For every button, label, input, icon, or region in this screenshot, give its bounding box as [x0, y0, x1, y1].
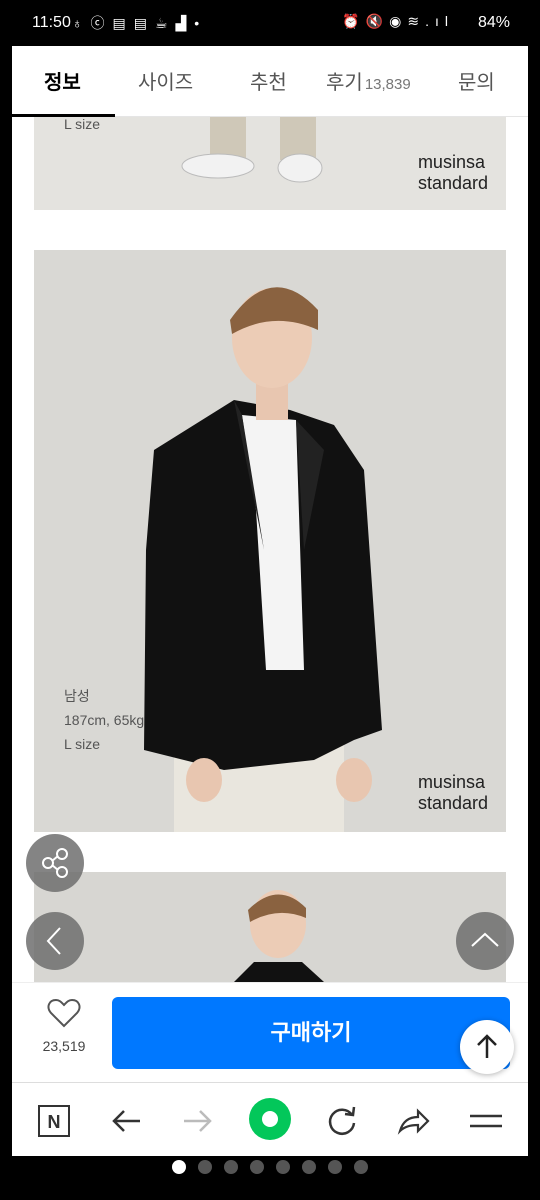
chevron-left-icon [46, 927, 61, 955]
tab-info[interactable]: 정보 [44, 66, 81, 95]
brand-line: standard [417, 173, 488, 193]
page-indicator [0, 1160, 540, 1180]
caption-line: L size [64, 116, 101, 132]
tab-recommend[interactable]: 추천 [250, 66, 287, 95]
page-dot[interactable] [354, 1160, 368, 1174]
brand-logo: musinsa standard [418, 152, 488, 194]
product-tabs: 정보 사이즈 추천 후기 13,839 문의 [12, 46, 528, 117]
naver-icon: N [38, 1105, 70, 1137]
brand-line: standard [417, 793, 488, 813]
status-bar: 11:50 ♁ⓒ▤▤☕▟• ⏰🔇◉≋.ıl 84% [0, 0, 540, 46]
status-time: 11:50 [32, 14, 71, 31]
brand-line: musinsa [417, 152, 485, 172]
brand-logo: musinsa standard [418, 772, 488, 814]
forward-button[interactable] [180, 1103, 216, 1139]
battery-level: 84% [477, 14, 510, 31]
page-dot[interactable] [276, 1160, 290, 1174]
menu-icon [470, 1114, 502, 1128]
page-dot[interactable] [224, 1160, 238, 1174]
page-dot[interactable] [198, 1160, 212, 1174]
like-button[interactable]: 23,519 [32, 997, 96, 1054]
previous-button[interactable] [26, 912, 84, 970]
app-screen: 정보 사이즈 추천 후기 13,839 문의 L size musinsa sta… [12, 46, 528, 1156]
size-caption: L size [64, 116, 100, 136]
tab-reviews[interactable]: 후기 13,839 [326, 66, 411, 95]
notification-icons: ♁ⓒ▤▤☕▟• [72, 15, 208, 31]
active-tab-indicator [12, 114, 115, 117]
tab-inquiry-label: 문의 [458, 72, 495, 94]
page-dot[interactable] [250, 1160, 264, 1174]
share-arrow-icon [397, 1108, 430, 1135]
back-arrow-icon [112, 1110, 140, 1132]
back-button[interactable] [108, 1103, 144, 1139]
page-dot[interactable] [328, 1160, 342, 1174]
tab-info-label: 정보 [44, 72, 81, 94]
refresh-button[interactable] [324, 1103, 360, 1139]
tab-recommend-label: 추천 [250, 72, 287, 94]
home-dot-icon [249, 1098, 291, 1140]
model-head-illustration [234, 890, 324, 982]
heart-icon [47, 998, 81, 1028]
green-dot-button[interactable] [248, 1097, 292, 1141]
purchase-bar: 23,519 구매하기 [12, 982, 528, 1083]
product-photo: L size musinsa standard [34, 116, 506, 210]
refresh-icon [328, 1106, 356, 1135]
share-page-button[interactable] [396, 1103, 432, 1139]
menu-button[interactable] [468, 1103, 504, 1139]
like-count: 23,519 [42, 1038, 86, 1054]
product-photo: 남성 187cm, 65kg L size musinsa standard [34, 250, 506, 832]
model-info-caption: 남성 187cm, 65kg L size [64, 684, 144, 756]
arrow-up-icon [477, 1034, 497, 1058]
scroll-to-top-button[interactable] [460, 1020, 514, 1074]
brand-line: musinsa [417, 772, 485, 792]
chevron-up-icon [471, 932, 499, 947]
caption-line: 남성 [64, 688, 90, 704]
browser-toolbar: N [12, 1082, 528, 1156]
tab-inquiry[interactable]: 문의 [458, 66, 495, 95]
tab-reviews-label: 후기 [326, 72, 363, 94]
page-dot[interactable] [172, 1160, 186, 1174]
page-dot[interactable] [302, 1160, 316, 1174]
share-button[interactable] [26, 834, 84, 892]
svg-text:N: N [48, 1112, 61, 1132]
forward-arrow-icon [184, 1110, 212, 1132]
tab-size-label: 사이즈 [138, 72, 194, 94]
caption-line: L size [64, 736, 101, 752]
share-icon [42, 848, 68, 878]
caption-line: 187cm, 65kg [64, 712, 145, 728]
naver-home-button[interactable]: N [36, 1103, 72, 1139]
review-count: 13,839 [364, 76, 411, 93]
system-icons: ⏰🔇◉≋.ıl [342, 13, 454, 29]
buy-button[interactable]: 구매하기 [112, 997, 510, 1069]
scroll-up-button[interactable] [456, 912, 514, 970]
tab-size[interactable]: 사이즈 [138, 66, 193, 95]
